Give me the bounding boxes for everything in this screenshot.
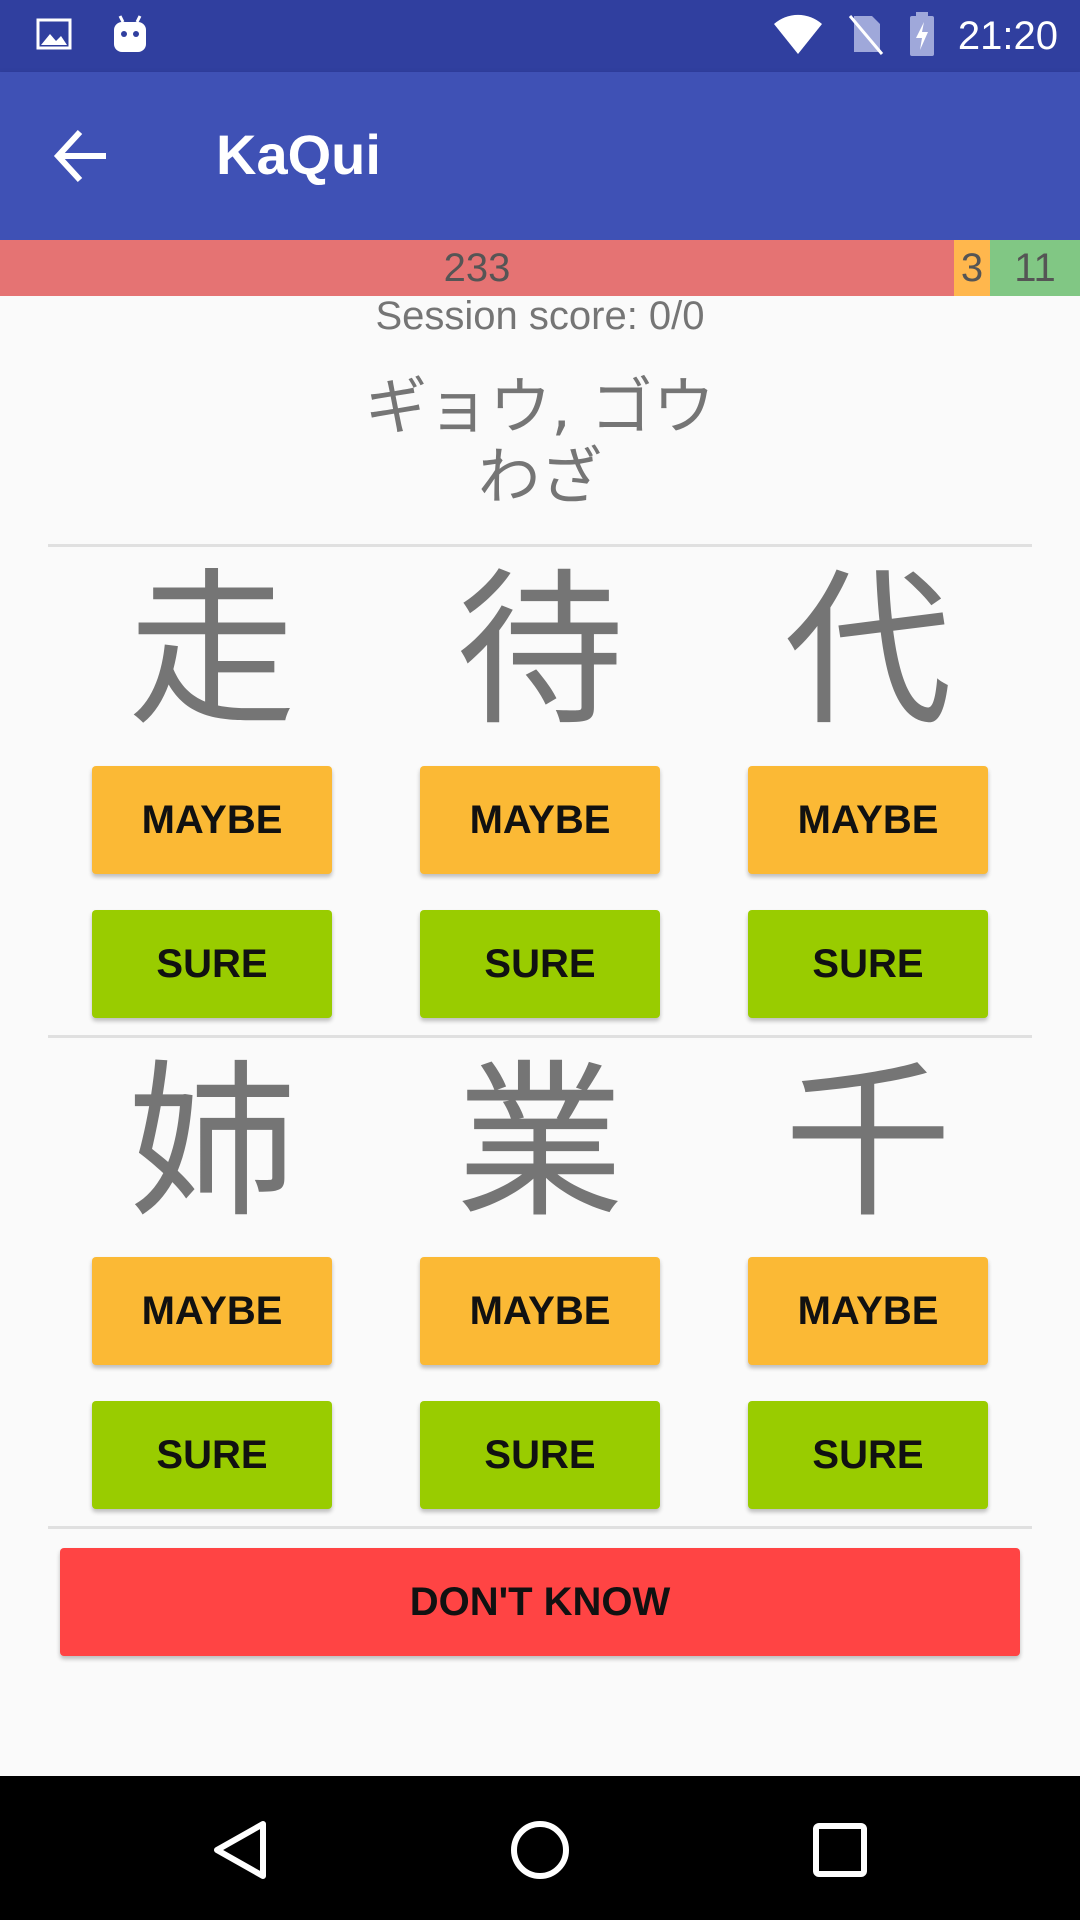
- status-bar: 21:20: [0, 0, 1080, 72]
- session-score: Session score: 0/0: [375, 294, 705, 338]
- sure-button[interactable]: SURE: [92, 910, 332, 1018]
- question-onyomi: ギョウ, ゴウ: [365, 370, 715, 443]
- maybe-button[interactable]: MAYBE: [92, 766, 332, 874]
- divider: [48, 1035, 1032, 1038]
- kanji-option: 代: [784, 553, 952, 749]
- sure-button[interactable]: SURE: [92, 1401, 332, 1509]
- kanji-option: 姉: [128, 1045, 296, 1241]
- kanji-option: 走: [128, 553, 296, 749]
- sure-button[interactable]: SURE: [420, 1401, 660, 1509]
- battery-charging-icon: [908, 10, 936, 62]
- maybe-button[interactable]: MAYBE: [420, 1257, 660, 1365]
- no-sim-icon: [846, 12, 886, 60]
- stat-good-count: 11: [990, 240, 1080, 296]
- maybe-button[interactable]: MAYBE: [420, 766, 660, 874]
- kanji-option: 千: [784, 1045, 952, 1241]
- back-button[interactable]: [50, 124, 120, 188]
- back-triangle-icon: [201, 1821, 281, 1894]
- status-time: 21:20: [957, 13, 1058, 58]
- image-icon: [36, 14, 72, 58]
- android-icon: [110, 14, 150, 58]
- maybe-button[interactable]: MAYBE: [748, 1257, 988, 1365]
- maybe-button[interactable]: MAYBE: [748, 766, 988, 874]
- maybe-button[interactable]: MAYBE: [92, 1257, 332, 1365]
- home-circle-icon: [500, 1821, 580, 1894]
- wifi-icon: [772, 12, 824, 60]
- nav-bar: [0, 1776, 1080, 1920]
- kanji-option: 待: [456, 553, 624, 749]
- question-readings: ギョウ, ゴウ わざ: [0, 372, 1080, 512]
- kanji-option: 業: [456, 1045, 624, 1241]
- dont-know-button[interactable]: DON'T KNOW: [60, 1548, 1020, 1656]
- stats-bar: 233 3 11: [0, 240, 1080, 296]
- sure-button[interactable]: SURE: [748, 910, 988, 1018]
- app-title: KaQui: [216, 123, 381, 186]
- app-bar: KaQui: [0, 72, 1080, 240]
- sure-button[interactable]: SURE: [420, 910, 660, 1018]
- divider: [48, 544, 1032, 547]
- nav-recents-button[interactable]: [800, 1810, 880, 1890]
- sure-button[interactable]: SURE: [748, 1401, 988, 1509]
- nav-home-button[interactable]: [500, 1810, 580, 1890]
- divider: [48, 1526, 1032, 1529]
- stat-bad-count: 233: [0, 240, 954, 296]
- nav-back-button[interactable]: [201, 1810, 281, 1890]
- arrow-back-icon: [50, 129, 114, 192]
- question-kunyomi: わざ: [477, 440, 602, 513]
- stat-meh-count: 3: [954, 240, 990, 296]
- recents-square-icon: [800, 1823, 880, 1894]
